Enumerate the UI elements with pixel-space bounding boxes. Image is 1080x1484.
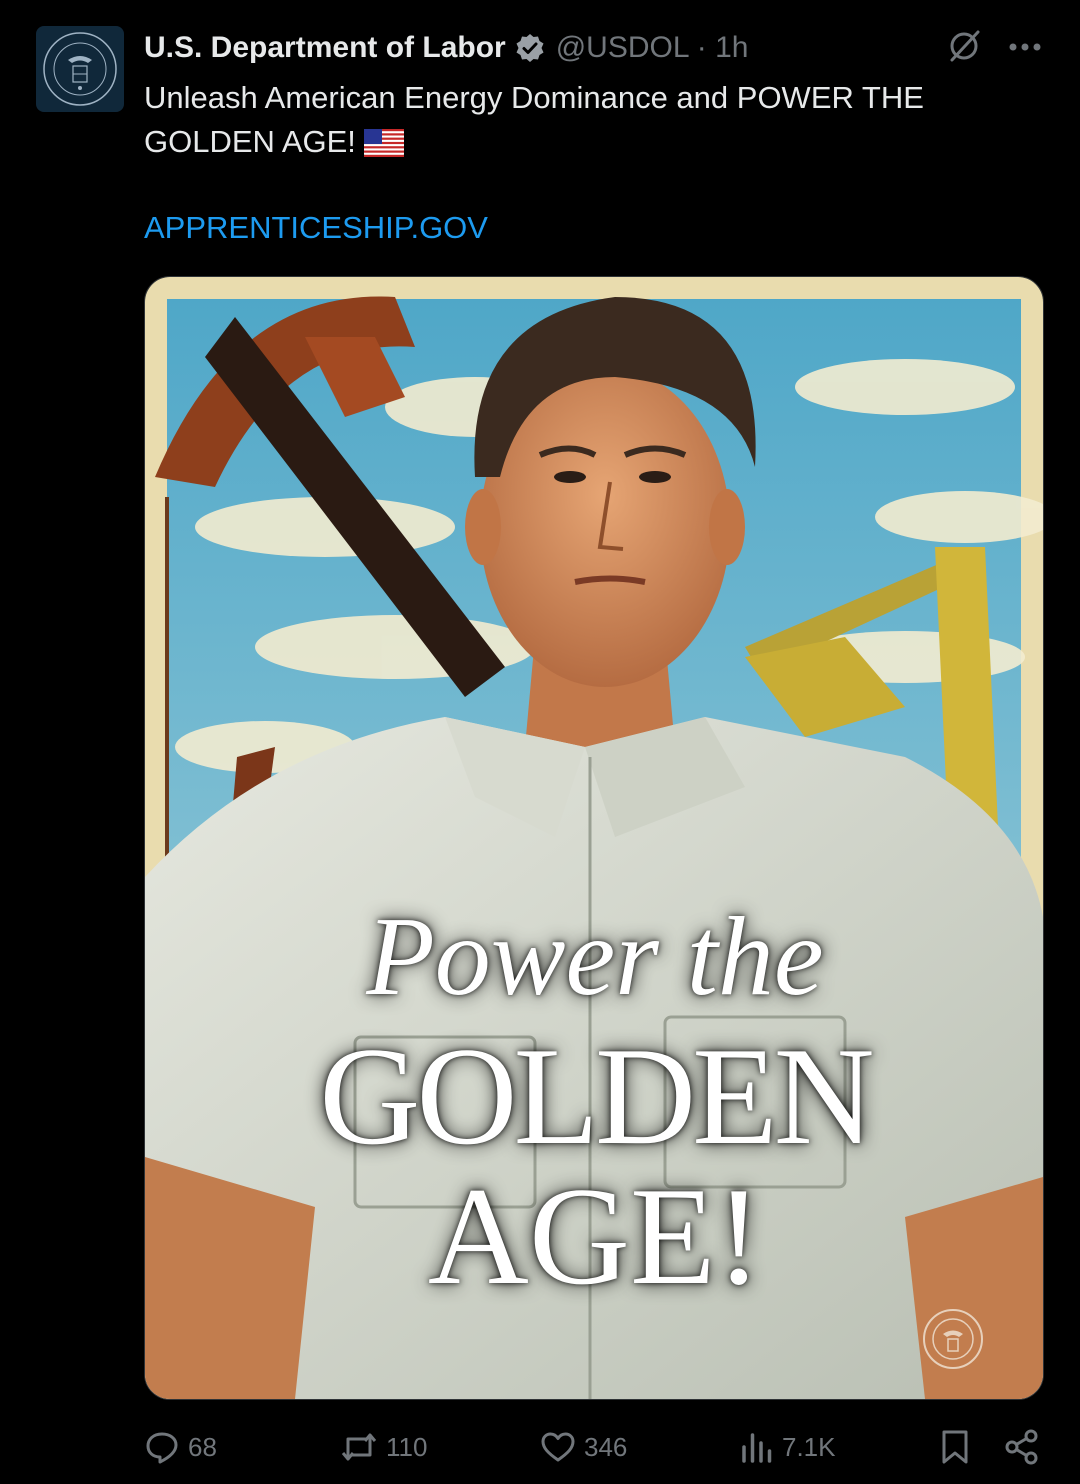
views-button[interactable]: 7.1K [740, 1424, 836, 1470]
repost-button[interactable]: 110 [340, 1424, 427, 1470]
views-icon [742, 1433, 772, 1463]
apprenticeship-link[interactable]: APPRENTICESHIP.GOV [144, 206, 488, 250]
share-icon [1005, 1429, 1038, 1465]
repost-icon [341, 1433, 377, 1461]
poster-line-power-the: Power the [366, 895, 824, 1019]
like-icon [541, 1432, 575, 1462]
repost-count: 110 [386, 1431, 428, 1462]
verified-badge-icon [514, 32, 546, 64]
author-avatar[interactable] [36, 26, 124, 112]
reply-button[interactable]: 68 [144, 1424, 217, 1470]
tweet-body: Unleash American Energy Dominance and PO… [144, 80, 924, 159]
reply-count: 68 [188, 1431, 217, 1462]
like-button[interactable]: 346 [540, 1424, 627, 1470]
grok-icon[interactable] [946, 28, 982, 69]
poster-line-golden: GOLDEN [319, 1019, 874, 1174]
tweet-actions: 68 110 346 7.1K [144, 1424, 1042, 1470]
like-count: 346 [584, 1431, 628, 1462]
bookmark-button[interactable] [940, 1424, 970, 1470]
dol-seal-watermark-icon [923, 1309, 983, 1369]
reply-icon [146, 1432, 178, 1464]
author-name[interactable]: U.S. Department of Labor [144, 31, 506, 65]
views-count: 7.1K [782, 1431, 836, 1462]
poster-line-age: AGE! [427, 1159, 763, 1314]
department-of-labor-seal-icon [43, 32, 117, 106]
author-handle-time[interactable]: @USDOL · 1h [556, 31, 749, 65]
more-icon[interactable] [1008, 39, 1042, 57]
tweet-header: U.S. Department of Labor @USDOL · 1h [144, 28, 748, 68]
header-actions [946, 28, 1042, 68]
share-button[interactable] [1004, 1424, 1040, 1470]
tweet-text: Unleash American Energy Dominance and PO… [144, 76, 1024, 169]
us-flag-icon [363, 125, 404, 169]
bookmark-icon [942, 1430, 968, 1464]
tweet-image[interactable]: Power the GOLDEN AGE! [144, 276, 1044, 1400]
